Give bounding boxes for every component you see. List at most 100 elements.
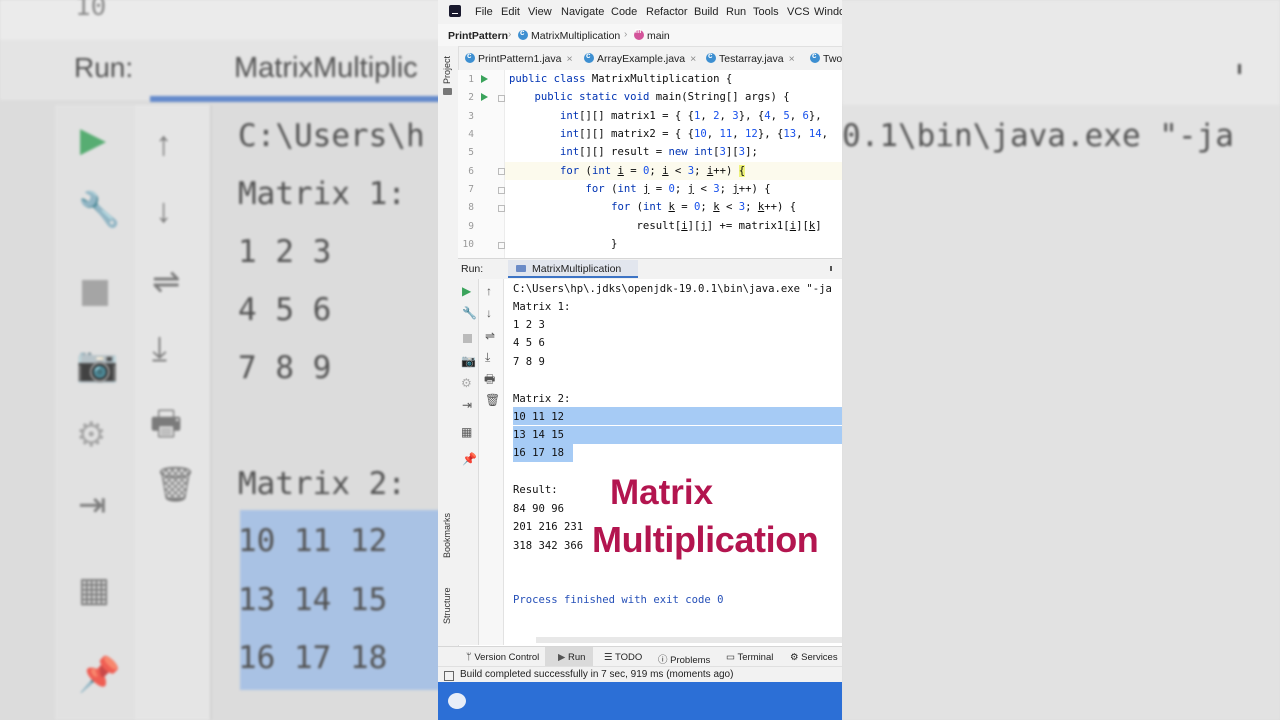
class-icon — [518, 28, 528, 40]
bg-scroll-end-icon: ⤓ — [152, 330, 168, 368]
method-icon — [634, 28, 644, 40]
bg-line: 13 14 15 — [238, 582, 388, 618]
close-icon[interactable]: × — [690, 53, 696, 65]
close-icon[interactable]: × — [789, 53, 795, 65]
pin-icon[interactable]: 📌 — [462, 453, 477, 465]
gear-icon[interactable]: ⚙ — [461, 377, 472, 389]
run-tab-matrixmultiplication[interactable]: MatrixMultiplication — [508, 260, 638, 277]
line-number: 7 — [468, 184, 474, 195]
console-line: 16 17 18 — [513, 447, 565, 459]
cloud-icon[interactable] — [448, 693, 466, 709]
bg-tab-label: MatrixMultiplic — [234, 52, 418, 84]
menu-edit[interactable]: Edit — [501, 6, 520, 18]
run-panel-header: Run: MatrixMultiplication — [458, 258, 842, 280]
status-bar: Build completed successfully in 7 sec, 9… — [438, 666, 842, 683]
tool-services[interactable]: ⚙ Services — [790, 652, 838, 663]
fold-icon[interactable] — [498, 95, 505, 102]
menu-navigate[interactable]: Navigate — [561, 6, 604, 18]
console-line: 318 342 366 — [513, 540, 584, 552]
login-icon[interactable]: ⇥ — [462, 399, 472, 411]
tool-todo[interactable]: ☰ TODO — [604, 652, 642, 663]
horizontal-scrollbar[interactable] — [536, 637, 842, 643]
bg-right-text: 0.1\bin\java.exe "-ja — [842, 118, 1234, 154]
breadcrumb-method-label: main — [647, 30, 670, 42]
tab-arrayexample[interactable]: ArrayExample.java × — [584, 51, 696, 65]
line-number: 5 — [468, 147, 474, 158]
up-arrow-icon[interactable]: ↑ — [486, 285, 492, 297]
soft-wrap-icon[interactable]: ⇌ — [485, 330, 495, 342]
tab-label: PrintPattern1.java — [478, 53, 562, 65]
menu-window[interactable]: Windo — [814, 6, 842, 18]
trash-icon[interactable]: 🗑 — [485, 394, 500, 406]
camera-icon[interactable]: 📷 — [461, 355, 476, 367]
stop-icon[interactable]: . — [463, 334, 472, 343]
services-icon: ⚙ — [790, 652, 802, 663]
console-line: 13 14 15 — [513, 429, 565, 441]
close-icon[interactable]: × — [566, 53, 572, 65]
overlay-title-line1: Matrix — [610, 473, 714, 512]
class-icon — [706, 51, 716, 63]
line-number: 9 — [468, 221, 474, 232]
breadcrumb-class[interactable]: MatrixMultiplication — [518, 28, 620, 42]
code-editor[interactable]: 1 2 3 4 5 6 7 8 9 10 public class Matrix… — [458, 70, 842, 258]
console-line: 7 8 9 — [513, 356, 545, 368]
status-square-icon[interactable] — [444, 671, 454, 681]
breadcrumb: PrintPattern › MatrixMultiplication › ma… — [438, 24, 842, 47]
tool-problems[interactable]: ⓘ Problems — [658, 652, 710, 666]
menu-tools[interactable]: Tools — [753, 6, 779, 18]
fold-icon[interactable] — [498, 187, 505, 194]
bg-camera-icon: 📷 — [76, 346, 119, 384]
tool-window-bar: ᛘ Version Control ▶ Run ☰ TODO ⓘ Problem… — [438, 646, 842, 667]
tool-terminal[interactable]: ▭ Terminal — [726, 652, 773, 663]
bg-gear-icon: ⚙ — [76, 416, 107, 454]
run-config-icon — [516, 265, 526, 272]
menu-run[interactable]: Run — [726, 6, 746, 18]
breadcrumb-project[interactable]: PrintPattern — [448, 30, 508, 42]
fold-icon[interactable] — [498, 205, 505, 212]
breadcrumb-method[interactable]: main — [634, 28, 670, 42]
menu-code[interactable]: Code — [611, 6, 637, 18]
tab-testarray[interactable]: Testarray.java × — [706, 51, 795, 65]
line-number: 1 — [468, 74, 474, 85]
bg-line: 10 11 12 — [238, 523, 388, 559]
menu-file[interactable]: File — [475, 6, 493, 18]
menu-vcs[interactable]: VCS — [787, 6, 810, 18]
bg-line: 1 2 3 — [238, 234, 332, 270]
tab-two[interactable]: Two — [810, 51, 842, 65]
console-output[interactable]: C:\Users\hp\.jdks\openjdk-19.0.1\bin\jav… — [504, 279, 842, 645]
bookmarks-tool-button[interactable]: Bookmarks — [442, 513, 452, 558]
more-options-icon[interactable] — [830, 266, 832, 271]
project-tool-button[interactable]: Project — [442, 56, 452, 84]
line-number: 8 — [468, 202, 474, 213]
tool-label: Version Control — [474, 652, 540, 663]
overlay-title-line2: Multiplication — [592, 519, 819, 560]
tab-printpattern1[interactable]: PrintPattern1.java × — [465, 51, 573, 65]
console-line: 10 11 12 — [513, 411, 565, 423]
fold-icon[interactable] — [498, 242, 505, 249]
down-arrow-icon[interactable]: ↓ — [486, 307, 492, 319]
menu-build[interactable]: Build — [694, 6, 718, 18]
print-icon[interactable]: 🖶 — [484, 373, 495, 385]
tool-version-control[interactable]: ᛘ Version Control — [466, 652, 539, 663]
tool-label: Terminal — [737, 652, 774, 663]
line-number: 2 — [468, 92, 474, 103]
rerun-icon[interactable]: ▶ — [462, 285, 471, 297]
scroll-to-end-icon[interactable]: ⤓ — [485, 351, 490, 363]
layout-icon[interactable]: ▦ — [461, 426, 472, 438]
fold-icon[interactable] — [498, 168, 505, 175]
class-icon — [810, 51, 820, 63]
bg-wrap-icon: ⇌ — [152, 263, 181, 301]
bg-trash-icon: 🗑 — [154, 466, 198, 504]
menu-view[interactable]: View — [528, 6, 552, 18]
bg-print-icon: 🖶 — [150, 405, 183, 443]
run-gutter-icon[interactable] — [481, 75, 488, 83]
wrench-icon[interactable]: 🔧 — [462, 307, 477, 319]
run-panel-label: Run: — [461, 263, 484, 275]
run-gutter-icon[interactable] — [481, 93, 488, 101]
tool-run[interactable]: ▶ Run — [558, 652, 585, 663]
menu-refactor[interactable]: Refactor — [646, 6, 688, 18]
code-line-4: int[][] matrix2 = { {10, 11, 12}, {13, 1… — [560, 128, 829, 140]
bg-stop-icon: . — [82, 280, 108, 306]
structure-tool-button[interactable]: Structure — [442, 587, 452, 624]
taskbar — [438, 682, 842, 720]
